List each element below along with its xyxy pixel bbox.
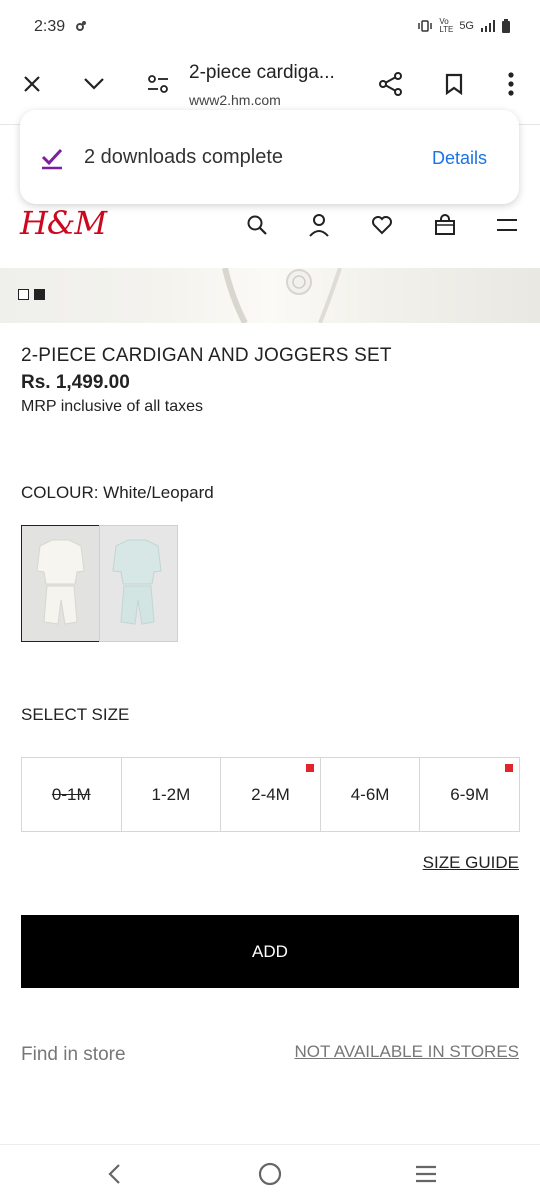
size-selector: 0-1M 1-2M 2-4M 4-6M 6-9M: [21, 757, 520, 832]
bookmark-button[interactable]: [440, 70, 468, 98]
tax-note: MRP inclusive of all taxes: [21, 398, 203, 415]
vibrate-icon: [418, 20, 433, 32]
more-menu-button[interactable]: [497, 70, 525, 98]
hamburger-menu-icon: [497, 219, 517, 231]
page-url: www2.hm.com: [189, 92, 281, 108]
colour-swatch-white[interactable]: [21, 525, 100, 642]
cart-button[interactable]: [432, 212, 458, 238]
size-guide-link[interactable]: SIZE GUIDE: [423, 853, 519, 873]
find-in-store-link[interactable]: Find in store: [21, 1044, 126, 1066]
more-menu-icon: [508, 72, 514, 96]
size-label: SELECT SIZE: [21, 705, 130, 724]
home-button[interactable]: [256, 1160, 284, 1188]
menu-button[interactable]: [494, 212, 520, 238]
bookmark-icon: [445, 73, 463, 95]
size-option-6-9m[interactable]: 6-9M: [420, 758, 519, 831]
home-icon: [258, 1162, 282, 1186]
garment-detail-image: [222, 268, 342, 323]
size-option-2-4m[interactable]: 2-4M: [221, 758, 321, 831]
heart-icon: [372, 216, 392, 235]
close-icon: [24, 76, 40, 92]
volte-indicator: Vo LTE: [439, 17, 454, 34]
gallery-indicator-inactive[interactable]: [18, 289, 29, 300]
hm-logo[interactable]: H&M: [20, 204, 107, 242]
share-icon: [379, 72, 402, 96]
shopping-bag-icon: [435, 214, 455, 235]
gallery-indicator-active[interactable]: [34, 289, 45, 300]
product-image[interactable]: [0, 268, 540, 323]
battery-icon: [502, 19, 510, 33]
signal-icon: [481, 20, 495, 32]
swatch-image-mint: [100, 526, 177, 641]
back-button[interactable]: [100, 1160, 128, 1188]
product-title: 2-PIECE CARDIGAN AND JOGGERS SET: [21, 345, 392, 366]
toast-message: 2 downloads complete: [84, 146, 284, 168]
page-settings-button[interactable]: [144, 70, 172, 98]
back-icon: [108, 1164, 120, 1184]
recents-icon: [416, 1165, 436, 1183]
download-check-icon: [41, 148, 63, 170]
product-price: Rs. 1,499.00: [21, 372, 130, 393]
minimize-button[interactable]: [80, 70, 108, 98]
size-label-text: 2-4M: [251, 784, 290, 804]
favourites-button[interactable]: [369, 212, 395, 238]
search-icon: [247, 215, 267, 235]
low-stock-indicator: [305, 764, 314, 772]
page-settings-icon: [148, 75, 168, 93]
store-availability-link[interactable]: NOT AVAILABLE IN STORES: [294, 1042, 519, 1062]
toast-details-link[interactable]: Details: [432, 148, 487, 169]
add-to-bag-button[interactable]: ADD: [21, 915, 519, 988]
network-type: 5G: [459, 20, 474, 32]
size-option-1-2m[interactable]: 1-2M: [122, 758, 222, 831]
size-option-0-1m: 0-1M: [22, 758, 122, 831]
user-icon: [309, 214, 329, 237]
low-stock-indicator: [504, 764, 513, 772]
colour-label: COLOUR: White/Leopard: [21, 483, 214, 502]
colour-swatch-mint[interactable]: [99, 525, 178, 642]
close-tab-button[interactable]: [18, 70, 46, 98]
account-button[interactable]: [306, 212, 332, 238]
status-time: 2:39: [34, 18, 66, 35]
chevron-down-icon: [84, 78, 104, 90]
size-option-4-6m[interactable]: 4-6M: [321, 758, 421, 831]
size-label-text: 1-2M: [151, 784, 191, 804]
swatch-image-white: [22, 526, 99, 641]
system-status-icons: Vo LTE 5G: [417, 18, 510, 34]
size-label-text: 6-9M: [450, 784, 490, 804]
recents-button[interactable]: [412, 1160, 440, 1188]
size-label-text: 4-6M: [350, 784, 390, 804]
page-title: 2-piece cardiga...: [189, 62, 335, 83]
search-button[interactable]: [244, 212, 270, 238]
share-button[interactable]: [377, 70, 405, 98]
settings-gear-icon: [76, 21, 86, 31]
